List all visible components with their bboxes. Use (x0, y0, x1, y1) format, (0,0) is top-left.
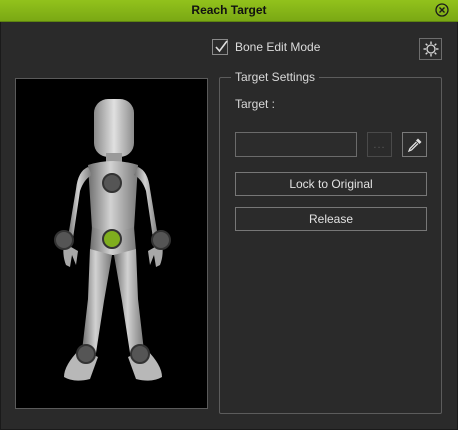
pick-target-button[interactable] (402, 132, 427, 157)
checkmark-icon (215, 40, 228, 53)
target-settings-group: Target Settings (219, 70, 442, 414)
bone-left-foot[interactable] (76, 344, 96, 364)
lock-to-original-button[interactable]: Lock to Original (235, 172, 427, 196)
bone-right-hand[interactable] (151, 230, 171, 250)
head (94, 99, 134, 157)
character-figure (54, 99, 171, 381)
target-settings-legend: Target Settings (231, 70, 320, 84)
bone-left-hand[interactable] (54, 230, 74, 250)
close-icon[interactable] (435, 3, 449, 17)
window-title: Reach Target (191, 3, 267, 17)
browse-button[interactable]: ... (367, 132, 392, 157)
gear-icon (423, 41, 438, 57)
bone-right-foot[interactable] (130, 344, 150, 364)
bone-hip-active[interactable] (102, 229, 122, 249)
release-button[interactable]: Release (235, 207, 427, 231)
target-input[interactable] (235, 132, 357, 157)
target-label: Target : (235, 97, 276, 111)
right-leg (114, 249, 144, 353)
bone-edit-label: Bone Edit Mode (235, 40, 321, 54)
left-leg (82, 249, 112, 353)
bone-chest[interactable] (102, 173, 122, 193)
character-preview (15, 78, 208, 409)
bone-edit-mode-toggle[interactable]: Bone Edit Mode (212, 39, 320, 55)
title-bar: Reach Target (0, 0, 458, 22)
torso (88, 161, 138, 233)
settings-button[interactable] (419, 38, 442, 60)
bone-edit-checkbox[interactable] (212, 39, 228, 55)
eyedropper-icon (407, 138, 421, 152)
